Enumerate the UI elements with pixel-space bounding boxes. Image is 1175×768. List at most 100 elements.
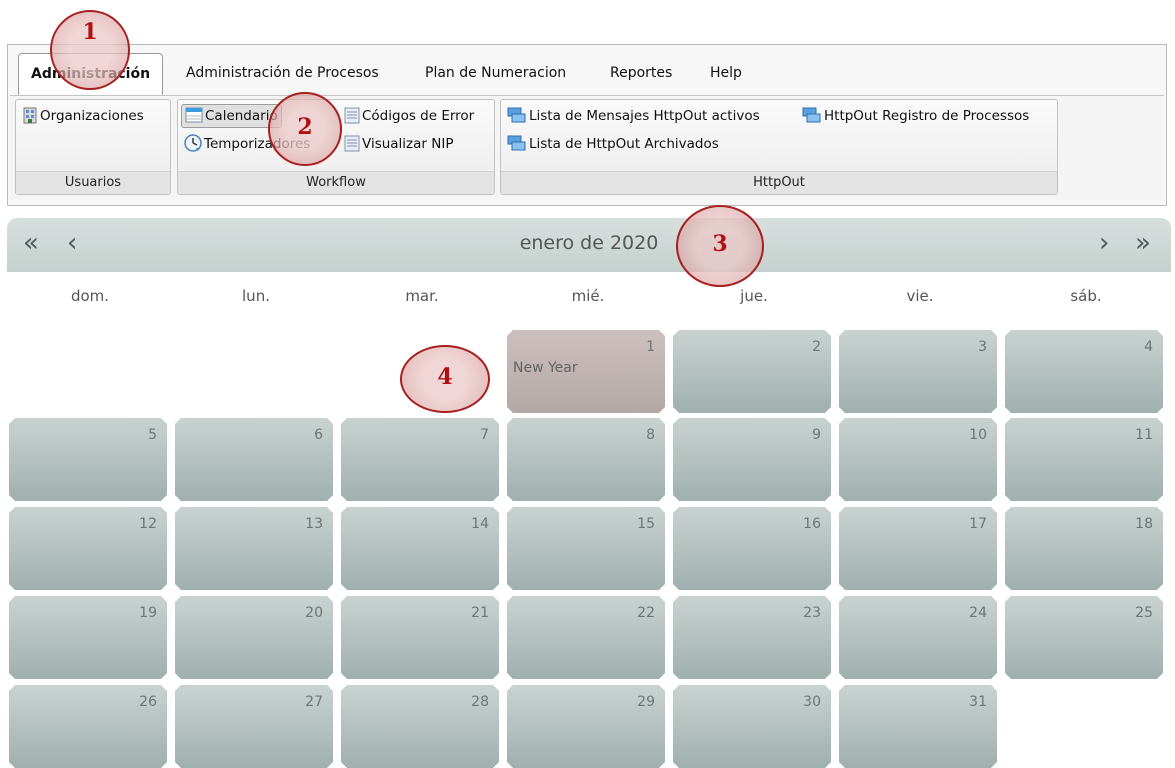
day-number: 16 <box>803 516 821 532</box>
day-number: 4 <box>1144 339 1153 355</box>
day-cell-4[interactable]: 4 <box>1005 330 1163 413</box>
document-icon <box>344 135 360 151</box>
organizaciones-button[interactable]: Organizaciones <box>19 104 147 128</box>
weekday-lun: lun. <box>242 287 270 305</box>
ribbon-toolbar: Administración Administración de Proceso… <box>7 44 1167 206</box>
messages-icon <box>802 107 821 122</box>
day-cell-31[interactable]: 31 <box>839 685 997 768</box>
calendar-header: « ‹ enero de 2020 › » <box>7 218 1171 272</box>
annotation-marker-3: 3 <box>676 205 764 287</box>
day-cell-21[interactable]: 21 <box>341 596 499 679</box>
calendar-icon <box>185 107 203 123</box>
httpout-registro-de-processos-label: HttpOut Registro de Processos <box>824 108 1030 124</box>
day-cell-27[interactable]: 27 <box>175 685 333 768</box>
day-cell-17[interactable]: 17 <box>839 507 997 590</box>
calendario-button[interactable]: Calendario <box>181 104 282 128</box>
tab-plan-de-numeracion[interactable]: Plan de Numeracion <box>413 53 578 93</box>
day-number: 22 <box>637 605 655 621</box>
day-number: 5 <box>148 427 157 443</box>
day-number: 9 <box>812 427 821 443</box>
day-cell-3[interactable]: 3 <box>839 330 997 413</box>
day-number: 3 <box>978 339 987 355</box>
annotation-marker-4: 4 <box>400 345 490 413</box>
day-cell-10[interactable]: 10 <box>839 418 997 501</box>
day-cell-24[interactable]: 24 <box>839 596 997 679</box>
lista-httpout-archivados-button[interactable]: Lista de HttpOut Archivados <box>504 132 722 156</box>
day-number: 23 <box>803 605 821 621</box>
day-number: 2 <box>812 339 821 355</box>
day-cell-9[interactable]: 9 <box>673 418 831 501</box>
day-cell-8[interactable]: 8 <box>507 418 665 501</box>
day-cell-28[interactable]: 28 <box>341 685 499 768</box>
visualizar-nip-label: Visualizar NIP <box>362 136 454 152</box>
day-cell-1[interactable]: 1 New Year <box>507 330 665 413</box>
group-title-workflow: Workflow <box>178 171 494 194</box>
day-cell-29[interactable]: 29 <box>507 685 665 768</box>
day-cell-22[interactable]: 22 <box>507 596 665 679</box>
day-cell-6[interactable]: 6 <box>175 418 333 501</box>
ribbon-groups: Organizaciones Usuarios Calendario Tempo… <box>10 95 1164 200</box>
day-cell-12[interactable]: 12 <box>9 507 167 590</box>
calendario-label: Calendario <box>205 108 278 124</box>
ribbon-tabbar: Administración Administración de Proceso… <box>8 45 1166 95</box>
codigos-de-error-label: Códigos de Error <box>362 108 475 124</box>
day-cell-7[interactable]: 7 <box>341 418 499 501</box>
lista-httpout-archivados-label: Lista de HttpOut Archivados <box>529 136 719 152</box>
httpout-registro-de-processos-button[interactable]: HttpOut Registro de Processos <box>799 104 1032 128</box>
document-icon <box>344 107 360 123</box>
lista-mensajes-httpout-activos-button[interactable]: Lista de Mensajes HttpOut activos <box>504 104 763 128</box>
group-title-usuarios: Usuarios <box>16 171 170 194</box>
organizaciones-label: Organizaciones <box>40 108 144 124</box>
day-cell-18[interactable]: 18 <box>1005 507 1163 590</box>
day-number: 8 <box>646 427 655 443</box>
group-httpout: Lista de Mensajes HttpOut activos HttpOu… <box>500 99 1058 195</box>
day-cell-2[interactable]: 2 <box>673 330 831 413</box>
day-number: 7 <box>480 427 489 443</box>
event-new-year[interactable]: New Year <box>513 360 578 376</box>
day-cell-5[interactable]: 5 <box>9 418 167 501</box>
day-cell-23[interactable]: 23 <box>673 596 831 679</box>
weekday-sab: sáb. <box>1070 287 1102 305</box>
tab-administracion-de-procesos[interactable]: Administración de Procesos <box>174 53 391 93</box>
annotation-marker-1: 1 <box>50 10 130 90</box>
clock-icon <box>184 134 202 152</box>
day-number: 12 <box>139 516 157 532</box>
weekday-vie: vie. <box>906 287 934 305</box>
annotation-marker-2: 2 <box>268 92 342 166</box>
day-cell-13[interactable]: 13 <box>175 507 333 590</box>
day-cell-16[interactable]: 16 <box>673 507 831 590</box>
day-cell-15[interactable]: 15 <box>507 507 665 590</box>
month-title: enero de 2020 <box>519 232 659 254</box>
day-cell-20[interactable]: 20 <box>175 596 333 679</box>
day-number: 19 <box>139 605 157 621</box>
day-number: 13 <box>305 516 323 532</box>
day-number: 24 <box>969 605 987 621</box>
group-usuarios: Organizaciones Usuarios <box>15 99 171 195</box>
building-icon <box>23 107 37 123</box>
day-number: 17 <box>969 516 987 532</box>
day-cell-25[interactable]: 25 <box>1005 596 1163 679</box>
day-cell-19[interactable]: 19 <box>9 596 167 679</box>
day-cell-14[interactable]: 14 <box>341 507 499 590</box>
day-number: 1 <box>646 339 655 355</box>
weekday-mie: mié. <box>571 287 605 305</box>
day-cell-26[interactable]: 26 <box>9 685 167 768</box>
day-number: 25 <box>1135 605 1153 621</box>
day-number: 18 <box>1135 516 1153 532</box>
visualizar-nip-button[interactable]: Visualizar NIP <box>341 132 456 156</box>
day-cell-30[interactable]: 30 <box>673 685 831 768</box>
day-number: 14 <box>471 516 489 532</box>
codigos-de-error-button[interactable]: Códigos de Error <box>341 104 477 128</box>
day-number: 10 <box>969 427 987 443</box>
day-number: 21 <box>471 605 489 621</box>
next-year-button[interactable]: » <box>1135 228 1151 258</box>
weekday-mar: mar. <box>405 287 439 305</box>
day-number: 30 <box>803 694 821 710</box>
tab-help[interactable]: Help <box>698 53 754 93</box>
day-number: 15 <box>637 516 655 532</box>
day-cell-11[interactable]: 11 <box>1005 418 1163 501</box>
next-month-button[interactable]: › <box>1099 228 1109 258</box>
tab-reportes[interactable]: Reportes <box>598 53 684 93</box>
day-number: 20 <box>305 605 323 621</box>
lista-mensajes-httpout-activos-label: Lista de Mensajes HttpOut activos <box>529 108 760 124</box>
